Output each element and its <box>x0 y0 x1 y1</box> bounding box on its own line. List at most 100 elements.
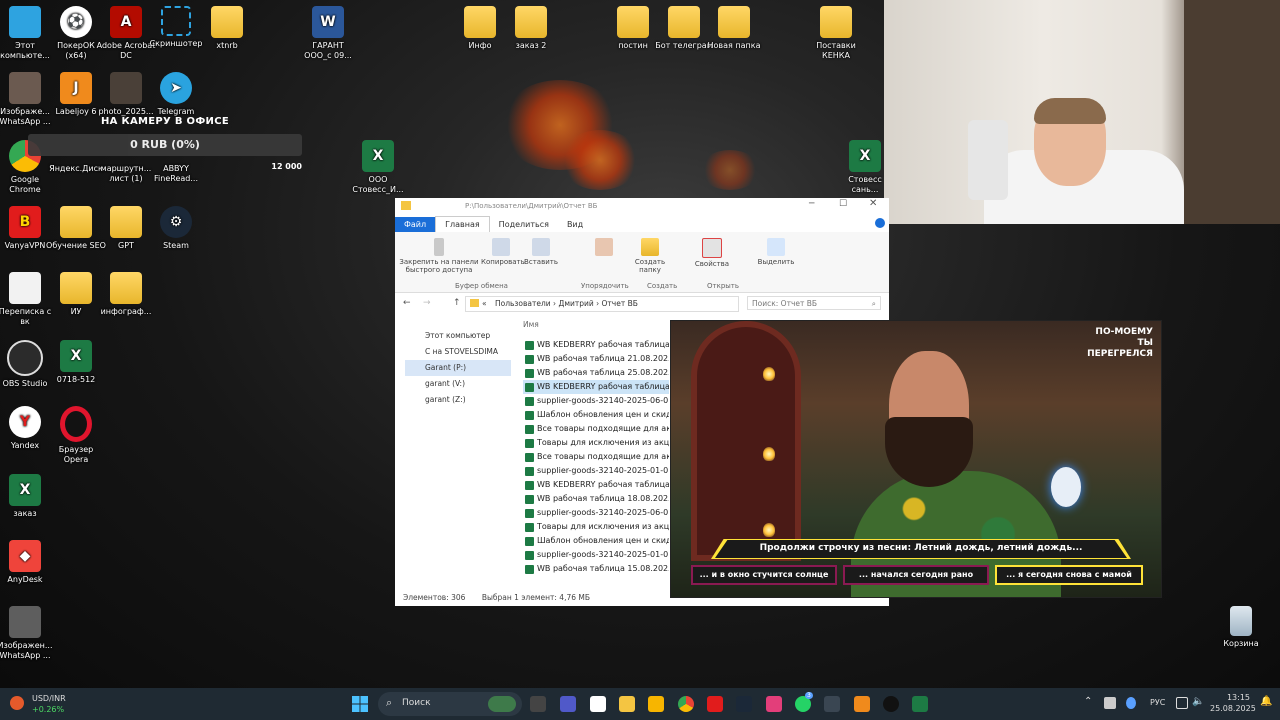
desktop-icon[interactable]: W ГАРАНТ ООО_с 09... <box>298 6 358 61</box>
volume-icon[interactable]: 🔈 <box>1192 696 1204 707</box>
forward-button[interactable]: → <box>423 298 431 308</box>
tab-home[interactable]: Главная <box>435 216 490 232</box>
tree-item[interactable]: garant (V:) <box>405 376 511 392</box>
back-button[interactable]: ← <box>403 298 411 308</box>
tray-icon[interactable] <box>1104 697 1116 709</box>
chrome-icon[interactable] <box>678 696 694 712</box>
yandex-browser-icon[interactable] <box>707 696 723 712</box>
desktop-icon[interactable]: Xзаказ <box>0 474 55 519</box>
labeljoy-icon[interactable] <box>854 696 870 712</box>
obs-icon[interactable] <box>766 696 782 712</box>
file-row[interactable]: WB рабочая таблица 21.08.2025xlsx.x <box>523 352 669 366</box>
file-row[interactable]: supplier-goods-32140-2025-06-01-20 <box>523 394 669 408</box>
answer-option: ... я сегодня снова с мамой <box>995 565 1143 585</box>
network-icon[interactable] <box>1176 697 1188 709</box>
tab-view[interactable]: Вид <box>558 217 592 232</box>
help-icon[interactable] <box>875 218 885 228</box>
clock-time: 13:15 <box>1226 693 1250 702</box>
teams-icon[interactable] <box>560 696 576 712</box>
start-button[interactable] <box>352 696 368 712</box>
file-row[interactable]: WB рабочая таблица 25.08.2025xlsx.x <box>523 366 669 380</box>
tree-item-selected[interactable]: Garant (P:) <box>405 360 511 376</box>
language-indicator[interactable]: РУС <box>1150 698 1165 707</box>
file-row-selected[interactable]: WB KEDBERRY рабочая таблица 21.0 <box>523 380 669 394</box>
explorer-icon[interactable] <box>619 696 635 712</box>
desktop-icon[interactable]: Браузер Opera <box>46 406 106 465</box>
organize-button[interactable] <box>579 238 629 258</box>
yandex-icon[interactable] <box>590 696 606 712</box>
search-label: Поиск <box>402 698 431 708</box>
search-input[interactable]: Поиск: Отчет ВБ ⌕ <box>747 296 881 310</box>
icon-label: Telegram <box>157 107 195 116</box>
clock[interactable]: 13:15 25.08.2025 <box>1210 692 1256 714</box>
file-row[interactable]: supplier-goods-32140-2025-06-01-20 <box>523 506 669 520</box>
tab-share[interactable]: Поделиться <box>490 217 558 232</box>
desktop-icon[interactable]: X Стовесс сань... <box>848 140 882 195</box>
properties-button[interactable]: Свойства <box>693 238 731 268</box>
file-row[interactable]: WB KEDBERRY рабочая таблица 22.0 <box>523 338 669 352</box>
desktop-icon[interactable]: Новая папка <box>704 6 764 51</box>
stream-video-overlay: ПО-МОЕМУ ТЫ ПЕРЕГРЕЛСЯ Продолжи строчку … <box>670 320 1162 598</box>
file-row[interactable]: WB рабочая таблица 15.08.2025xlsx.x <box>523 562 669 576</box>
copy-button[interactable]: Копировать <box>481 238 525 266</box>
desktop-icon[interactable]: ⚙ Steam <box>146 206 206 251</box>
file-row[interactable]: Товары для исключения из акции_П <box>523 520 669 534</box>
desktop-icon[interactable]: X 0718-512 <box>46 340 106 385</box>
desktop-icon[interactable]: Поставки КЕНКА <box>806 6 866 61</box>
cabinet <box>1184 0 1280 224</box>
create-group-label: Создать <box>647 282 678 290</box>
desktop-icon[interactable]: ➤ Telegram <box>146 72 206 117</box>
stock-ticker-widget[interactable]: USD/INR +0.26% <box>10 692 90 716</box>
desktop-icon[interactable]: xtnrb <box>197 6 257 51</box>
tree-item[interactable]: garant (Z:) <box>405 392 511 408</box>
column-header-name[interactable]: Имя <box>523 320 539 329</box>
file-row[interactable]: supplier-goods-32140-2025-01-01-20 <box>523 548 669 562</box>
app-icon[interactable] <box>883 696 899 712</box>
poker-icon: ⚽ <box>60 6 92 38</box>
close-button[interactable]: ✕ <box>869 198 877 209</box>
file-row[interactable]: Все товары подходящие для акции <box>523 422 669 436</box>
file-row[interactable]: Все товары подходящие для акции <box>523 450 669 464</box>
desktop-icon[interactable]: заказ 2 <box>501 6 561 51</box>
paste-button[interactable]: Вставить <box>523 238 559 266</box>
recycle-bin[interactable]: Корзина <box>1211 606 1271 649</box>
up-button[interactable]: ↑ <box>453 298 461 308</box>
tree-item[interactable]: C на STOVELSDIMA <box>405 344 511 360</box>
address-bar[interactable]: « Пользователи › Дмитрий › Отчет ВБ <box>465 296 739 312</box>
taskbar-search[interactable]: ⌕ Поиск <box>378 692 522 716</box>
folder-icon <box>515 6 547 38</box>
desktop-icon[interactable]: инфограф... <box>96 272 156 317</box>
notifications-icon[interactable]: 🔔 <box>1260 696 1272 707</box>
select-button[interactable]: Выделить <box>755 238 797 266</box>
breadcrumb-item[interactable]: Отчет ВБ <box>602 299 638 308</box>
icon-label: 0718-512 <box>56 375 96 384</box>
tray-chevron-icon[interactable]: ⌃ <box>1084 696 1092 707</box>
breadcrumb-item[interactable]: Пользователи <box>495 299 551 308</box>
search-highlight-icon <box>488 696 516 712</box>
file-row[interactable]: WB KEDBERRY рабочая таблица10.0 <box>523 478 669 492</box>
steam-icon[interactable] <box>736 696 752 712</box>
new-folder-button[interactable]: Создать папку <box>633 238 667 274</box>
breadcrumb-item[interactable]: Дмитрий <box>558 299 593 308</box>
file-row[interactable]: Шаблон обновления цен и скидок д <box>523 534 669 548</box>
excel-icon[interactable] <box>912 696 928 712</box>
breadcrumb-overflow[interactable]: « <box>482 299 487 308</box>
file-row[interactable]: WB рабочая таблица 18.08.2025xlsx.x <box>523 492 669 506</box>
tab-file[interactable]: Файл <box>395 217 436 232</box>
icon-label: заказ <box>13 509 37 518</box>
desktop-icon[interactable]: X ООО Стовесс_И... <box>348 140 408 195</box>
file-row[interactable]: Товары для исключения из акции_П <box>523 436 669 450</box>
pin-button[interactable]: Закрепить на панели быстрого доступа <box>399 238 479 274</box>
task-view-icon[interactable] <box>530 696 546 712</box>
app-icon[interactable] <box>824 696 840 712</box>
file-row[interactable]: supplier-goods-32140-2025-01-01-20 <box>523 464 669 478</box>
desktop-icon[interactable]: ◆ AnyDesk <box>0 540 55 585</box>
maximize-button[interactable]: ☐ <box>839 199 847 209</box>
app-icon[interactable] <box>648 696 664 712</box>
minimize-button[interactable]: ─ <box>809 199 814 209</box>
file-row[interactable]: Шаблон обновления цен и скидок д <box>523 408 669 422</box>
select-label: Выделить <box>757 258 795 266</box>
desktop-icon[interactable]: Изображен... WhatsApp ... <box>0 606 55 661</box>
tree-item[interactable]: Этот компьютер <box>405 328 511 344</box>
tray-icon[interactable] <box>1126 697 1136 709</box>
